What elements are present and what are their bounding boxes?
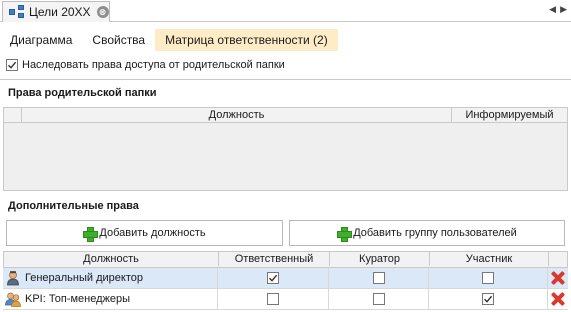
add-position-label: Добавить должность bbox=[99, 227, 206, 239]
parent-rights-header: Должность Информируемый bbox=[3, 107, 568, 123]
column-header-position[interactable]: Должность bbox=[21, 108, 451, 122]
column-header-informed[interactable]: Информируемый bbox=[451, 108, 567, 122]
responsible-checkbox[interactable] bbox=[267, 293, 279, 305]
add-user-group-button[interactable]: Добавить группу пользователей bbox=[289, 220, 565, 246]
row-indicator-header bbox=[4, 108, 21, 122]
participant-cell bbox=[428, 267, 547, 289]
delete-icon[interactable] bbox=[551, 292, 565, 306]
curator-cell bbox=[328, 267, 428, 289]
column-header-curator[interactable]: Куратор bbox=[329, 252, 429, 266]
participant-checkbox[interactable] bbox=[482, 272, 494, 284]
curator-checkbox[interactable] bbox=[372, 272, 385, 284]
checkmark-icon bbox=[484, 295, 493, 303]
inherit-rights-row: Наследовать права доступа от родительско… bbox=[6, 59, 285, 71]
tab-properties[interactable]: Свойства bbox=[82, 29, 155, 51]
tab-diagram[interactable]: Диаграмма bbox=[0, 29, 82, 51]
participant-checkbox[interactable] bbox=[482, 293, 494, 305]
curator-checkbox[interactable] bbox=[372, 293, 385, 305]
inherit-rights-label: Наследовать права доступа от родительско… bbox=[22, 59, 285, 71]
add-user-group-label: Добавить группу пользователей bbox=[353, 227, 517, 239]
additional-rights-header: Должность Ответственный Куратор Участник bbox=[3, 251, 568, 268]
tab-next-icon[interactable]: ▶ bbox=[560, 4, 567, 15]
add-position-button[interactable]: Добавить должность bbox=[6, 220, 283, 246]
additional-rights-title: Дополнительные права bbox=[8, 200, 139, 212]
responsible-checkbox[interactable] bbox=[267, 272, 279, 284]
additional-rights-table: Генеральный директор KPI: Топ-менеджеры bbox=[3, 267, 568, 310]
responsible-cell bbox=[217, 288, 328, 310]
responsible-cell bbox=[217, 267, 328, 289]
document-tab-label: Цели 20XX bbox=[29, 5, 91, 19]
tab-nav: ◀ ▶ bbox=[549, 4, 567, 15]
position-name: Генеральный директор bbox=[25, 272, 143, 284]
column-header-responsible[interactable]: Ответственный bbox=[218, 252, 329, 266]
divider bbox=[0, 79, 571, 80]
document-tab[interactable]: Цели 20XX ⊗ bbox=[2, 1, 110, 22]
checkmark-icon bbox=[8, 61, 17, 69]
checkmark-icon bbox=[269, 274, 278, 282]
diagram-tree-icon bbox=[9, 5, 25, 19]
position-name: KPI: Топ-менеджеры bbox=[25, 293, 130, 305]
table-row[interactable]: Генеральный директор bbox=[3, 267, 568, 289]
column-header-participant[interactable]: Участник bbox=[429, 252, 548, 266]
view-tabs: Диаграмма Свойства Матрица ответственнос… bbox=[0, 29, 571, 51]
delete-icon[interactable] bbox=[551, 271, 565, 285]
delete-cell bbox=[547, 288, 568, 310]
delete-cell bbox=[547, 267, 568, 289]
user-icon bbox=[7, 271, 19, 286]
inherit-rights-checkbox[interactable] bbox=[6, 59, 18, 71]
parent-rights-title: Права родительской папки bbox=[8, 87, 157, 99]
curator-cell bbox=[328, 288, 428, 310]
position-cell: Генеральный директор bbox=[3, 268, 217, 289]
add-icon bbox=[83, 226, 99, 242]
add-icon bbox=[337, 226, 353, 242]
tab-prev-icon[interactable]: ◀ bbox=[549, 4, 556, 15]
participant-cell bbox=[428, 288, 547, 310]
column-header-position[interactable]: Должность bbox=[4, 252, 218, 266]
user-group-icon bbox=[5, 292, 21, 307]
position-cell: KPI: Топ-менеджеры bbox=[3, 289, 217, 310]
column-header-actions bbox=[548, 252, 567, 266]
window-tabstrip: Цели 20XX ⊗ ◀ ▶ bbox=[0, 0, 571, 22]
table-row[interactable]: KPI: Топ-менеджеры bbox=[3, 288, 568, 310]
tab-responsibility-matrix[interactable]: Матрица ответственности (2) bbox=[155, 29, 338, 51]
parent-rights-grid-body bbox=[3, 123, 568, 191]
close-tab-icon[interactable]: ⊗ bbox=[96, 6, 109, 18]
